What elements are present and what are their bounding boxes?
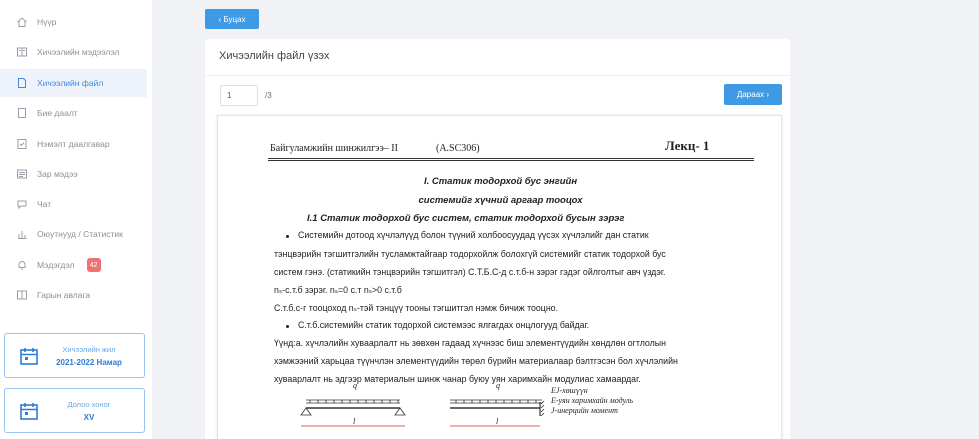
sidebar-item-manual[interactable]: Гарын авлага <box>0 281 147 309</box>
pdf-page: Байгуламжийн шинжилгээ– II (A.SC306) Лек… <box>218 116 781 439</box>
calendar-icon <box>20 347 38 365</box>
sidebar-item-label: Чат <box>37 199 52 209</box>
divider <box>205 75 790 76</box>
doc-paragraph-line: Системийн дотоод хүчлэлүүд болон түүний … <box>298 230 649 240</box>
figure-span-label: l <box>353 417 356 426</box>
doc-header-rule <box>268 158 754 159</box>
figure-legend-item: J-инерцийн момент <box>551 406 618 415</box>
back-button[interactable]: ‹ Буцах <box>205 9 259 29</box>
file-view-card: Хичээлийн файл үзэх 1 /3 Дараах › Байгул… <box>205 39 790 439</box>
doc-course-code: (A.SC306) <box>436 143 480 154</box>
next-page-button[interactable]: Дараах › <box>724 84 782 105</box>
doc-paragraph-line: С.т.б.с-г тооцоход nₛ-тэй тэнцүү тооны т… <box>274 303 559 313</box>
bullet <box>286 325 289 328</box>
sidebar-item-label: Зар мэдээ <box>37 169 78 179</box>
document-icon <box>16 107 28 119</box>
figure-span-label: l <box>496 417 499 426</box>
bell-icon <box>16 259 28 271</box>
sidebar-item-label: Хичээлийн мэдээлэл <box>37 47 120 57</box>
newspaper-icon <box>16 168 28 180</box>
doc-heading: системийг хүчний аргаар тооцох <box>418 195 583 206</box>
sidebar-item-label: Нэмэлт даалгавар <box>37 139 110 149</box>
doc-course-name: Байгуламжийн шинжилгээ– II <box>270 143 398 154</box>
chat-icon <box>16 198 28 210</box>
sidebar-item-label: Мэдэгдэл <box>37 260 75 270</box>
doc-heading: I. Статик тодорхой бус энгийн <box>423 176 578 187</box>
doc-paragraph-line: Үүнд:а. хүчлэлийн хуваарлалт нь зөвхөн г… <box>274 338 666 348</box>
doc-paragraph-line: хуваарлалт нь эдгээр материалын шинж чан… <box>274 374 641 384</box>
figure-load-label: q <box>353 381 357 390</box>
doc-subheading: I.1 Статик тодорхой бус систем, статик т… <box>307 213 625 224</box>
figure-legend-item: EJ-хөшүүн <box>551 386 588 395</box>
doc-lecture-number: Лекц- 1 <box>665 138 710 153</box>
sidebar-item-label: Хичээлийн файл <box>37 78 104 88</box>
sidebar-item-students-stats[interactable]: Оюутнууд / Статистик <box>0 220 147 248</box>
page-number-input[interactable]: 1 <box>220 85 258 106</box>
calendar-icon <box>20 402 38 420</box>
sidebar-item-course-info[interactable]: Хичээлийн мэдээлэл <box>0 38 147 66</box>
home-icon <box>16 16 28 28</box>
figure-legend: EJ-хөшүүн E-уян харимхайн модуль J-инерц… <box>551 386 633 416</box>
sidebar-item-home[interactable]: Нүүр <box>0 8 147 36</box>
beam-diagram-simple <box>300 399 406 427</box>
pdf-viewer[interactable]: Байгуламжийн шинжилгээ– II (A.SC306) Лек… <box>217 115 782 439</box>
sidebar-item-extra-task[interactable]: Нэмэлт даалгавар <box>0 130 147 158</box>
week-title: Долоо хоног <box>67 399 111 409</box>
book-icon <box>16 46 28 58</box>
doc-paragraph-line: хэмжээний харьцаа түүнчлэн элементүүдийн… <box>274 356 678 366</box>
doc-paragraph-line: тэнцвэрийн тэгшитгэлийн тусламжтайгаар т… <box>274 249 666 259</box>
doc-header-rule <box>268 160 754 161</box>
checkbox-icon <box>16 138 28 150</box>
sidebar-item-label: Гарын авлага <box>37 290 91 300</box>
academic-year-title: Хичээлийн жил <box>62 344 116 354</box>
sidebar-item-news[interactable]: Зар мэдээ <box>0 160 147 188</box>
beam-diagram-cantilever <box>450 399 545 427</box>
file-icon <box>16 77 28 89</box>
manual-icon <box>16 289 28 301</box>
sidebar-item-assignment[interactable]: Бие даалт <box>0 99 147 127</box>
figure-legend-item: E-уян харимхайн модуль <box>551 396 634 405</box>
sidebar-item-label: Бие даалт <box>37 108 78 118</box>
page-total: /3 <box>265 91 272 100</box>
sidebar-item-notifications[interactable]: Мэдэгдэл 42 <box>0 251 147 279</box>
academic-year-value: 2021-2022 Намар <box>56 357 122 367</box>
academic-year-card: Хичээлийн жил 2021-2022 Намар <box>4 333 145 378</box>
sidebar-item-label: Оюутнууд / Статистик <box>37 229 123 239</box>
sidebar-item-chat[interactable]: Чат <box>0 190 147 218</box>
week-card: Долоо хоног XV <box>4 388 145 433</box>
sidebar: Нүүр Хичээлийн мэдээлэл Хичээлийн файл Б… <box>0 0 152 439</box>
doc-paragraph-line: систем гэнэ. (статикийн тэнцвэрийн тэгши… <box>274 267 666 277</box>
sidebar-item-label: Нүүр <box>37 17 57 27</box>
week-value: XV <box>83 412 95 422</box>
page-title: Хичээлийн файл үзэх <box>219 50 330 62</box>
bullet <box>286 235 289 238</box>
sidebar-item-course-file[interactable]: Хичээлийн файл <box>0 69 147 97</box>
doc-paragraph-line: С.т.б.системийн статик тодорхой системээ… <box>298 320 590 330</box>
figure-load-label: q <box>496 381 500 390</box>
notification-badge: 42 <box>86 258 101 272</box>
bar-chart-icon <box>16 228 28 240</box>
doc-paragraph-line: nₛ-с.т.б зэрэг. nₛ=0 с.т nₛ>0 с.т.б <box>274 285 402 295</box>
